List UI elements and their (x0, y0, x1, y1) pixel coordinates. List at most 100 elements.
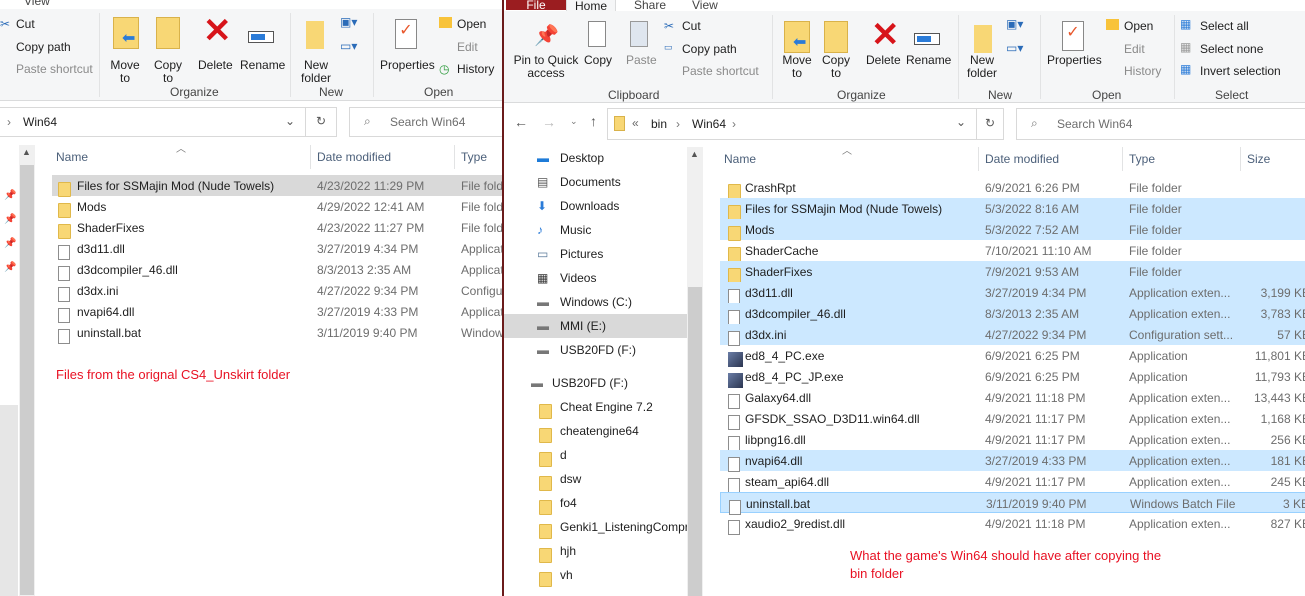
address-bar[interactable]: › Win64 ⌄ (0, 107, 306, 137)
nav-item-drive[interactable]: ▬ USB20FD (F:) (504, 371, 687, 395)
file-row[interactable]: d3dcompiler_46.dll 8/3/2013 2:35 AM Applic… (720, 303, 1305, 325)
column-header-name[interactable]: Name (56, 150, 88, 164)
breadcrumb-win64[interactable]: Win64 (692, 117, 726, 131)
file-row[interactable]: ShaderCache 7/10/2021 11:10 AM File folder (720, 240, 1305, 262)
file-row[interactable]: GFSDK_SSAO_D3D11.win64.dll 4/9/2021 11:17… (720, 408, 1305, 430)
nav-item[interactable]: ▬ USB20FD (F:) (504, 338, 687, 362)
edit-button[interactable]: Edit (457, 40, 478, 54)
chevron-down-icon[interactable]: ⌄ (956, 115, 966, 129)
refresh-button[interactable]: ↻ (976, 108, 1004, 140)
move-to-button[interactable]: Move to (104, 59, 146, 85)
address-bar[interactable]: « bin › Win64 › ⌄ (607, 108, 978, 140)
file-row[interactable]: d3dcompiler_46.dll 8/3/2013 2:35 AM Applic… (52, 259, 502, 281)
file-row[interactable]: libpng16.dll 4/9/2021 11:17 PM Application… (720, 429, 1305, 451)
history-button[interactable]: History (1124, 64, 1161, 78)
nav-item[interactable]: ▬ Windows (C:) (504, 290, 687, 314)
file-row[interactable]: Galaxy64.dll 4/9/2021 11:18 PM Application… (720, 387, 1305, 409)
nav-item-folder[interactable]: Genki1_ListeningComprehension (504, 515, 687, 539)
file-row[interactable]: ShaderFixes 7/9/2021 9:53 AM File folder (720, 261, 1305, 283)
back-button[interactable]: ← (514, 114, 528, 130)
nav-item-folder[interactable]: dsw (504, 467, 687, 491)
nav-item-folder[interactable]: fo4 (504, 491, 687, 515)
search-input[interactable]: Search Win64 (1057, 117, 1132, 131)
breadcrumb-overflow[interactable]: « (632, 116, 639, 130)
file-row[interactable]: nvapi64.dll 3/27/2019 4:33 PM Application … (52, 301, 502, 323)
file-row[interactable]: d3dx.ini 4/27/2022 9:34 PM Configuration s… (52, 280, 502, 302)
move-to-button[interactable]: Move to (776, 54, 818, 80)
nav-item-folder[interactable]: cheatengine64 (504, 419, 687, 443)
paste-shortcut-button[interactable]: Paste shortcut (682, 64, 759, 78)
copy-to-button[interactable]: Copy to (148, 59, 188, 85)
copy-path-button[interactable]: Copy path (682, 42, 737, 56)
copy-to-button[interactable]: Copy to (816, 54, 856, 80)
select-none-button[interactable]: Select none (1200, 42, 1263, 56)
file-row[interactable]: steam_api64.dll 4/9/2021 11:17 PM Applicat… (720, 471, 1305, 493)
cut-button[interactable]: Cut (16, 17, 35, 31)
chevron-down-icon[interactable]: ⌄ (285, 114, 295, 128)
delete-button[interactable]: Delete (866, 54, 901, 67)
easy-access-icon[interactable]: ▭▾ (340, 39, 357, 53)
nav-item-folder[interactable]: Cheat Engine 7.2 (504, 395, 687, 419)
edit-button[interactable]: Edit (1124, 42, 1145, 56)
properties-button[interactable]: Properties (380, 59, 435, 72)
delete-button[interactable]: Delete (198, 59, 233, 72)
copy-path-button[interactable]: Copy path (16, 40, 71, 54)
nav-item-folder[interactable]: d (504, 443, 687, 467)
file-row[interactable]: Files for SSMajin Mod (Nude Towels) 5/3/2… (720, 198, 1305, 220)
search-input[interactable]: Search Win64 (390, 115, 465, 129)
file-row[interactable]: d3dx.ini 4/27/2022 9:34 PM Configuration s… (720, 324, 1305, 346)
file-row[interactable]: d3d11.dll 3/27/2019 4:34 PM Application ex… (52, 238, 502, 260)
file-row[interactable]: Files for SSMajin Mod (Nude Towels) 4/23/… (52, 175, 502, 197)
pin-to-quick-access-button[interactable]: Pin to Quick access (510, 54, 582, 80)
file-row[interactable]: ShaderFixes 4/23/2022 11:27 PM File folder (52, 217, 502, 239)
file-row[interactable]: ed8_4_PC_JP.exe 6/9/2021 6:25 PM Applicati… (720, 366, 1305, 388)
rename-button[interactable]: Rename (906, 54, 951, 67)
nav-item[interactable]: ▬ Desktop (504, 146, 687, 170)
forward-button[interactable]: → (542, 114, 556, 130)
new-item-icon[interactable]: ▣▾ (340, 15, 357, 29)
file-row[interactable]: xaudio2_9redist.dll 4/9/2021 11:18 PM Appl… (720, 513, 1305, 535)
tab-file[interactable]: File (506, 0, 566, 12)
easy-access-icon[interactable]: ▭▾ (1006, 41, 1023, 55)
file-row[interactable]: uninstall.bat 3/11/2019 9:40 PM Windows Ba… (52, 322, 502, 344)
column-header-size[interactable]: Size (1247, 152, 1270, 166)
file-row[interactable]: d3d11.dll 3/27/2019 4:34 PM Application ex… (720, 282, 1305, 304)
nav-item[interactable]: ▬ MMI (E:) (504, 314, 687, 338)
search-box[interactable]: ⌕ Search Win64 (349, 107, 502, 137)
column-header-date[interactable]: Date modified (317, 150, 391, 164)
column-header-name[interactable]: Name (724, 152, 756, 166)
file-row[interactable]: Mods 4/29/2022 12:41 AM File folder (52, 196, 502, 218)
nav-scrollbar[interactable]: ▲ (687, 147, 703, 596)
history-button[interactable]: History (457, 62, 494, 76)
open-button[interactable]: Open (1124, 19, 1153, 33)
nav-item[interactable]: ▦ Videos (504, 266, 687, 290)
file-row[interactable]: Mods 5/3/2022 7:52 AM File folder (720, 219, 1305, 241)
cut-button[interactable]: Cut (682, 19, 701, 33)
nav-item[interactable]: ▤ Documents (504, 170, 687, 194)
nav-item[interactable]: ♪ Music (504, 218, 687, 242)
up-button[interactable]: ↑ (590, 113, 597, 129)
properties-button[interactable]: Properties (1047, 54, 1102, 67)
new-folder-button[interactable]: New folder (964, 54, 1000, 80)
nav-item[interactable]: ⬇ Downloads (504, 194, 687, 218)
tab-view[interactable]: View (24, 0, 50, 8)
recent-locations-button[interactable]: ⌄ (570, 116, 578, 127)
open-button[interactable]: Open (457, 17, 486, 31)
refresh-button[interactable]: ↻ (305, 107, 337, 137)
search-box[interactable]: ⌕ Search Win64 (1016, 108, 1305, 140)
select-all-button[interactable]: Select all (1200, 19, 1249, 33)
column-header-type[interactable]: Type (461, 150, 487, 164)
new-folder-button[interactable]: New folder (298, 59, 334, 85)
rename-button[interactable]: Rename (240, 59, 285, 72)
breadcrumb-win64[interactable]: Win64 (23, 115, 57, 129)
paste-button[interactable]: Paste (626, 54, 657, 67)
breadcrumb-bin[interactable]: bin (651, 117, 667, 131)
invert-selection-button[interactable]: Invert selection (1200, 64, 1281, 78)
nav-item[interactable]: ▭ Pictures (504, 242, 687, 266)
file-row[interactable]: ed8_4_PC.exe 6/9/2021 6:25 PM Application 1… (720, 345, 1305, 367)
nav-item-folder[interactable]: hjh (504, 539, 687, 563)
file-row[interactable]: CrashRpt 6/9/2021 6:26 PM File folder (720, 177, 1305, 199)
file-row[interactable]: uninstall.bat 3/11/2019 9:40 PM Windows Ba… (720, 492, 1305, 515)
column-header-date[interactable]: Date modified (985, 152, 1059, 166)
paste-shortcut-button[interactable]: Paste shortcut (16, 62, 93, 76)
